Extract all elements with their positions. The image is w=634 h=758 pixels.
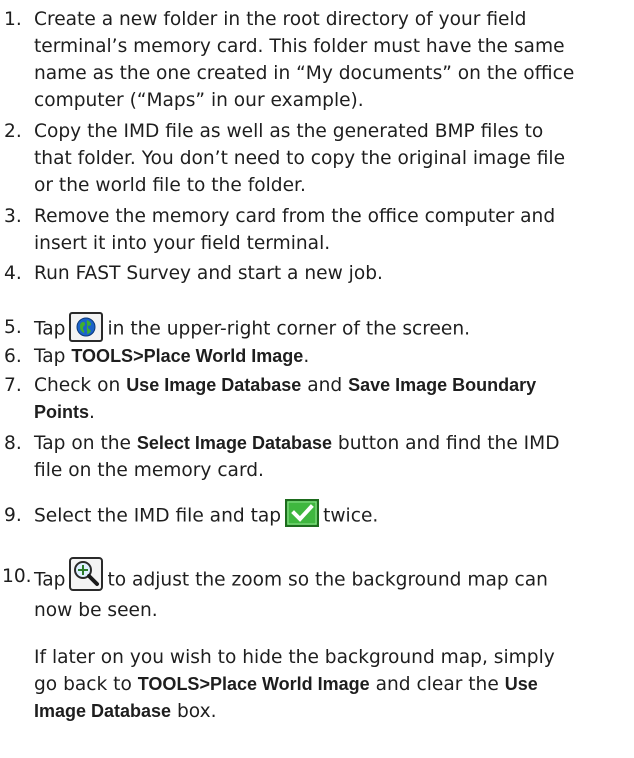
text-run: Tap (34, 569, 66, 591)
step-number: 2. (4, 121, 22, 142)
text-run: button and find the IMD (332, 433, 560, 454)
step-line: Create a new folder in the root director… (34, 9, 527, 30)
step-line: Remove the memory card from the office c… (34, 206, 556, 227)
step-text: Select the IMD file and tap twice. (34, 499, 634, 530)
step-text: Tap TOOLS>Place World Image. (34, 343, 634, 370)
step-2: 2. Copy the IMD file as well as the gene… (0, 118, 634, 199)
option-name: Use (504, 674, 538, 694)
step-number: 4. (4, 263, 22, 284)
step-10: 10. Tap to adjust the zoom so the backgro… (0, 557, 634, 624)
step-3: 3. Remove the memory card from the offic… (0, 203, 634, 257)
globe-icon[interactable] (69, 312, 104, 342)
step-8: 8. Tap on the Select Image Database butt… (0, 430, 634, 484)
step-text: Check on Use Image Database and Save Ima… (34, 372, 634, 399)
text-run: . (303, 346, 310, 367)
step-number: 9. (4, 505, 22, 526)
note-line: If later on you wish to hide the backgro… (34, 647, 555, 668)
note-paragraph: If later on you wish to hide the backgro… (34, 644, 629, 725)
step-line: Points. (34, 399, 634, 426)
text-run: and clear the (369, 674, 505, 695)
step-line: terminal’s memory card. This folder must… (34, 36, 565, 57)
option-name: Image Database (34, 701, 172, 721)
zoom-icon[interactable] (69, 557, 104, 591)
step-line: that folder. You don’t need to copy the … (34, 148, 566, 169)
step-text-post: in the upper-right corner of the screen. (107, 318, 471, 340)
step-text: Tap to adjust the zoom so the background … (34, 557, 634, 597)
step-7: 7. Check on Use Image Database and Save … (0, 372, 634, 426)
text-run: twice. (323, 505, 379, 527)
text-run: Select the IMD file and tap (34, 505, 282, 527)
step-number: 7. (4, 375, 22, 396)
menu-path: TOOLS>Place World Image (137, 674, 370, 694)
step-number: 8. (4, 433, 22, 454)
text-run: and (301, 375, 349, 396)
step-line: name as the one created in “My documents… (34, 63, 575, 84)
step-number: 10. (2, 566, 32, 587)
step-number: 5. (4, 317, 22, 338)
text-run: go back to (34, 674, 138, 695)
step-text-pre: Tap (34, 318, 66, 340)
text-run: box. (171, 701, 217, 722)
step-9: 9. Select the IMD file and tap twice. (0, 499, 634, 530)
step-number: 3. (4, 206, 22, 227)
step-text: Tap in the upper-right corner of the scre… (34, 312, 634, 344)
step-line: file on the memory card. (34, 460, 264, 481)
check-icon[interactable] (285, 499, 320, 527)
option-name: Points (34, 402, 90, 422)
step-line: Copy the IMD file as well as the generat… (34, 121, 544, 142)
note-line: go back to TOOLS>Place World Image and c… (34, 671, 629, 698)
step-text: Tap on the Select Image Database button … (34, 430, 634, 457)
step-number: 1. (4, 9, 22, 30)
step-line: computer (“Maps” in our example). (34, 90, 364, 111)
step-number: 6. (4, 346, 22, 367)
step-line: or the world file to the folder. (34, 175, 306, 196)
option-name: Use Image Database (126, 375, 302, 395)
button-name: Select Image Database (136, 433, 332, 453)
step-1: 1. Create a new folder in the root direc… (0, 6, 634, 114)
text-run: Tap (34, 346, 72, 367)
step-line: now be seen. (34, 600, 158, 621)
option-name: Save Image Boundary (348, 375, 537, 395)
note-line: Image Database box. (34, 698, 629, 725)
text-run: . (89, 402, 95, 423)
step-line: insert it into your field terminal. (34, 233, 331, 254)
step-6: 6. Tap TOOLS>Place World Image. (0, 343, 634, 370)
step-text: Run FAST Survey and start a new job. (34, 263, 383, 284)
step-5: 5. Tap in the upper-right corner of the s… (0, 312, 634, 344)
step-4: 4. Run FAST Survey and start a new job. (0, 260, 634, 287)
text-run: to adjust the zoom so the background map… (107, 569, 548, 591)
menu-path: TOOLS>Place World Image (71, 346, 304, 366)
text-run: Check on (34, 375, 127, 396)
text-run: Tap on the (34, 433, 137, 454)
